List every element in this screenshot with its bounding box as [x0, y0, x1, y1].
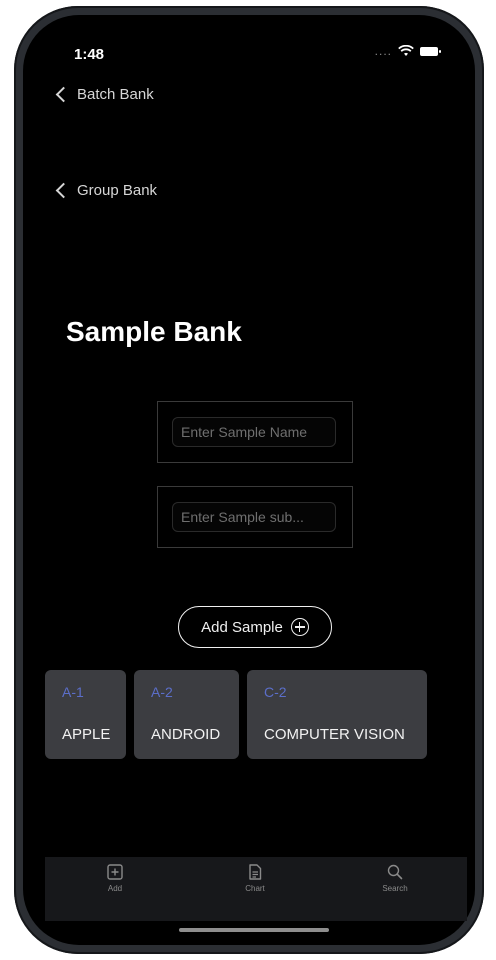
signal-dots: ....: [374, 44, 392, 58]
sample-code: A-2: [151, 684, 173, 700]
sample-name: COMPUTER VISION: [264, 726, 405, 743]
sample-code: C-2: [264, 684, 287, 700]
tab-search-label: Search: [382, 884, 408, 893]
tab-add[interactable]: Add: [75, 863, 155, 893]
back-group-label: Group Bank: [77, 182, 158, 199]
sample-list: A-1 APPLE A-2 ANDROID C-2 COMPUTER VISIO…: [45, 670, 435, 760]
sample-name-container: [157, 401, 353, 463]
sample-name: APPLE: [62, 726, 111, 743]
search-icon: [387, 864, 403, 880]
back-batch-bank[interactable]: Batch Bank: [55, 86, 154, 103]
sample-name: ANDROID: [151, 726, 221, 743]
sample-code: A-1: [62, 684, 84, 700]
tab-search[interactable]: Search: [355, 863, 435, 893]
sample-chip[interactable]: C-2 COMPUTER VISION: [247, 670, 427, 759]
sample-sub-container: [157, 486, 353, 548]
add-sample-label: Add Sample: [201, 618, 283, 636]
document-icon: [249, 864, 262, 880]
sample-sub-input[interactable]: [172, 502, 336, 532]
status-indicators: ....: [374, 44, 441, 58]
chevron-left-icon: [55, 182, 72, 199]
home-indicator: [179, 928, 329, 932]
sample-chip[interactable]: A-1 APPLE: [45, 670, 126, 759]
back-group-bank[interactable]: Group Bank: [55, 182, 158, 199]
status-time: 1:48: [74, 46, 105, 63]
back-batch-label: Batch Bank: [77, 86, 154, 103]
tab-chart[interactable]: Chart: [215, 863, 295, 893]
wifi-icon: [398, 45, 414, 56]
chevron-left-icon: [55, 86, 72, 103]
device-frame: [14, 6, 484, 954]
sample-name-input[interactable]: [172, 417, 336, 447]
battery-icon: [420, 46, 441, 56]
plus-circle-icon: [290, 618, 309, 636]
app-screen: [23, 15, 475, 945]
add-square-icon: [107, 864, 123, 880]
tab-bar: Add Chart Search: [45, 857, 467, 921]
page-title: Sample Bank: [66, 316, 242, 347]
tab-add-label: Add: [107, 884, 123, 893]
tab-chart-label: Chart: [245, 884, 265, 893]
add-sample-button[interactable]: Add Sample: [178, 606, 332, 648]
sample-chip[interactable]: A-2 ANDROID: [134, 670, 239, 759]
